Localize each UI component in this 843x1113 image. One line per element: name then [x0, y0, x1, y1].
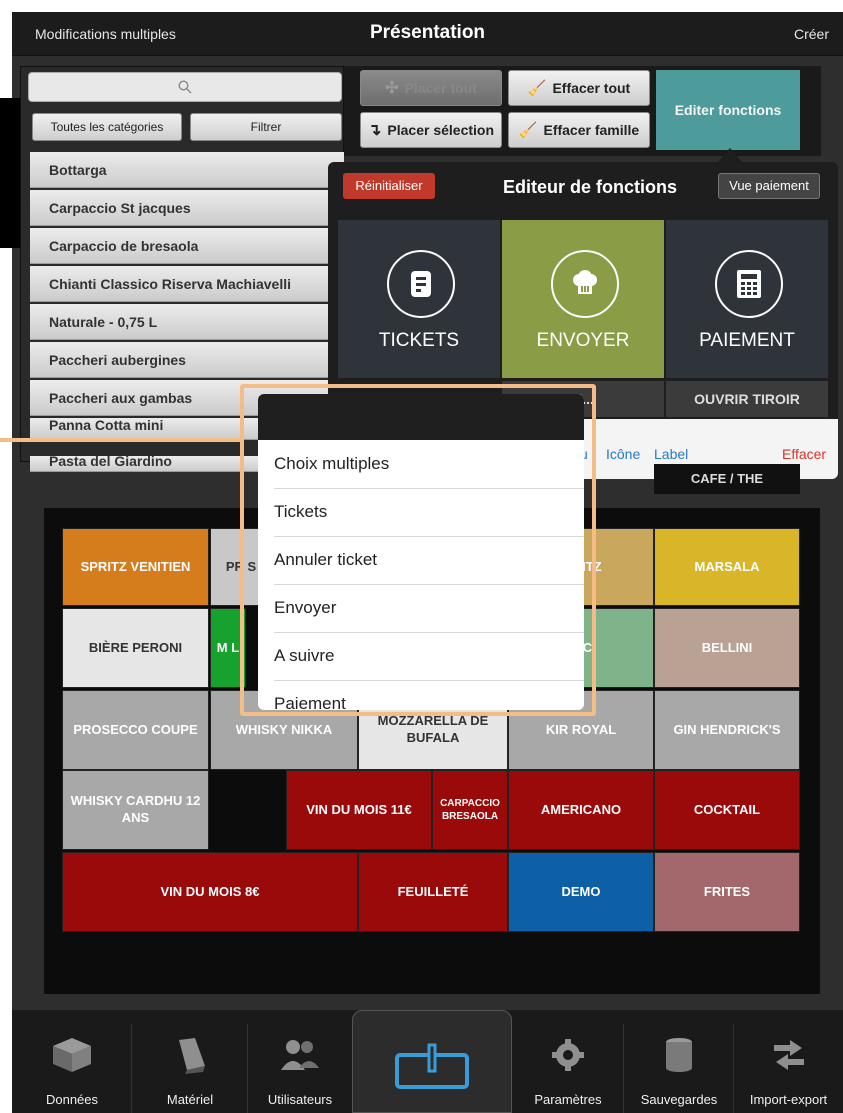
payment-view-button[interactable]: Vue paiement — [718, 173, 820, 199]
tab-separator — [131, 1024, 132, 1113]
product-cell[interactable]: DEMO — [508, 852, 654, 932]
product-cell[interactable]: SPRITZ VENITIEN — [62, 528, 209, 606]
tab-sauvegardes[interactable]: Sauvegardes — [624, 1024, 734, 1113]
chef-hat-icon — [551, 250, 619, 318]
open-drawer-tile[interactable]: OUVRIR TIROIR — [666, 381, 828, 417]
top-bar: Modifications multiples Présentation Cré… — [12, 12, 843, 56]
users-icon — [279, 1036, 321, 1074]
tile-label: PAIEMENT — [699, 330, 795, 351]
tab-separator — [623, 1024, 624, 1113]
tab-label: Données — [45, 1092, 99, 1107]
gear-icon — [547, 1036, 589, 1074]
ticket-icon — [387, 250, 455, 318]
clear-all-button[interactable]: 🧹 Effacer tout — [508, 70, 650, 106]
function-choice-menu: Choix multiples Tickets Annuler ticket Envo… — [258, 394, 584, 710]
menu-item[interactable]: A suivre — [274, 632, 584, 681]
tab-label: Paramètres — [534, 1092, 602, 1107]
tab-données[interactable]: Données — [12, 1024, 132, 1113]
callout-line — [0, 438, 244, 442]
search-input[interactable] — [28, 72, 342, 102]
menu-header — [258, 394, 584, 440]
edit-functions-button[interactable]: Editer fonctions — [656, 70, 800, 150]
product-cell[interactable]: MARSALA — [654, 528, 800, 606]
collapse-arrows-icon: ✣ — [385, 80, 399, 97]
product-cell[interactable]: AMERICANO — [508, 770, 654, 850]
product-cell[interactable]: VIN DU MOIS 11€ — [286, 770, 432, 850]
menu-item[interactable]: Paiement — [274, 680, 584, 710]
tab-home[interactable] — [352, 1010, 512, 1113]
product-cell[interactable]: FRITES — [654, 852, 800, 932]
tickets-tile[interactable]: TICKETS — [338, 220, 500, 378]
cafe-the-cell[interactable]: CAFE / THE — [654, 464, 800, 494]
power-icon — [395, 1043, 469, 1089]
list-item[interactable]: Chianti Classico Riserva Machiavelli — [30, 266, 344, 302]
calculator-icon — [715, 250, 783, 318]
place-selection-button[interactable]: ↴ Placer sélection — [360, 112, 502, 148]
menu-item[interactable]: Tickets — [274, 488, 584, 537]
send-tile[interactable]: ENVOYER — [502, 220, 664, 378]
payment-tile[interactable]: PAIEMENT — [666, 220, 828, 378]
product-cell[interactable]: VIN DU MOIS 8€ — [62, 852, 358, 932]
product-cell[interactable]: WHISKY CARDHU 12 ANS — [62, 770, 209, 850]
page-title: Présentation — [369, 22, 486, 43]
product-cell[interactable]: BIÈRE PERONI — [62, 608, 209, 688]
product-cell[interactable]: CARPACCIO BRESAOLA — [432, 770, 508, 850]
tab-separator — [733, 1024, 734, 1113]
icon-link[interactable]: Icône — [606, 446, 640, 462]
delete-link[interactable]: Effacer — [782, 446, 826, 462]
tab-utilisateurs[interactable]: Utilisateurs — [248, 1024, 352, 1113]
clear-family-button[interactable]: 🧹 Effacer famille — [508, 112, 650, 148]
tile-label: TICKETS — [378, 330, 460, 351]
tab-label: Sauvegardes — [640, 1092, 718, 1107]
box-icon — [51, 1036, 93, 1074]
list-item[interactable]: Bottarga — [30, 152, 344, 188]
arrows-icon — [768, 1036, 810, 1074]
product-cell[interactable]: FEUILLETÉ — [358, 852, 508, 932]
list-item[interactable]: Paccheri aubergines — [30, 342, 344, 378]
function-editor-title: Editeur de fonctions — [502, 177, 677, 197]
side-panel-edge — [0, 98, 20, 248]
product-cell[interactable]: COCKTAIL — [654, 770, 800, 850]
menu-item[interactable]: Annuler ticket — [274, 536, 584, 585]
label-link[interactable]: Label — [654, 446, 688, 462]
search-icon — [178, 80, 192, 94]
reset-button[interactable]: Réinitialiser — [343, 173, 435, 199]
tile-label: ENVOYER — [536, 330, 630, 351]
menu-item[interactable]: Envoyer — [274, 584, 584, 633]
product-cell[interactable]: BELLINI — [654, 608, 800, 688]
product-cell[interactable]: PROSECCO COUPE — [62, 690, 209, 770]
device-icon — [169, 1036, 211, 1074]
tab-label: Import-export — [749, 1092, 828, 1107]
filter-button[interactable]: Filtrer — [190, 113, 342, 141]
tab-paramètres[interactable]: Paramètres — [512, 1024, 624, 1113]
list-item[interactable]: Carpaccio de bresaola — [30, 228, 344, 264]
place-all-button[interactable]: ✣ Placer tout — [360, 70, 502, 106]
tab-separator — [247, 1024, 248, 1113]
tab-import-export[interactable]: Import-export — [734, 1024, 843, 1113]
menu-item[interactable]: Choix multiples — [274, 440, 584, 489]
tab-matériel[interactable]: Matériel — [132, 1024, 248, 1113]
list-item[interactable]: Carpaccio St jacques — [30, 190, 344, 226]
popover-arrow — [718, 148, 742, 162]
broom-icon: 🧹 — [518, 122, 538, 139]
tab-label: Matériel — [166, 1092, 214, 1107]
broom-icon: 🧹 — [527, 80, 547, 97]
product-cell[interactable]: GIN HENDRICK'S — [654, 690, 800, 770]
create-button[interactable]: Créer — [794, 26, 829, 42]
turn-arrow-icon: ↴ — [367, 122, 382, 139]
database-icon — [658, 1036, 700, 1074]
tab-label: Utilisateurs — [267, 1092, 333, 1107]
list-item[interactable]: Naturale - 0,75 L — [30, 304, 344, 340]
all-categories-button[interactable]: Toutes les catégories — [32, 113, 182, 141]
